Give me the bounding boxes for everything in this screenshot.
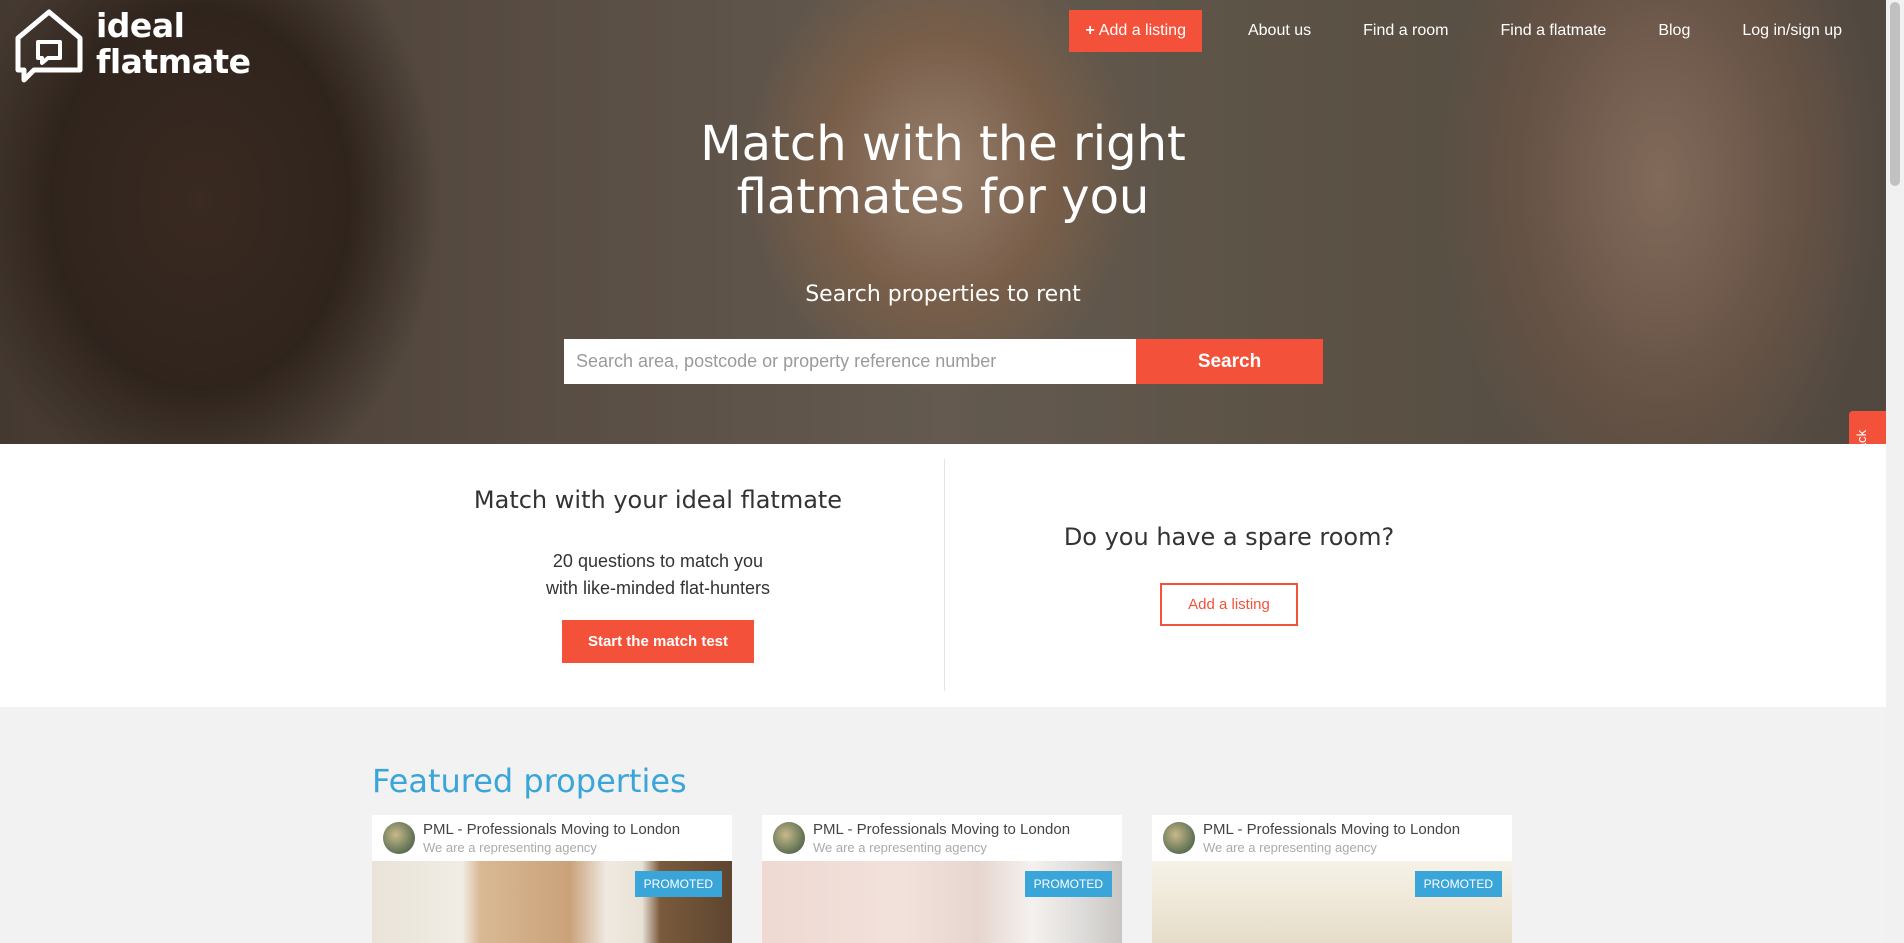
logo-line-1: ideal — [96, 6, 185, 45]
agent-avatar — [1163, 822, 1195, 854]
nav-find-a-room[interactable]: Find a room — [1363, 22, 1448, 40]
card-header: PML - Professionals Moving to London We … — [762, 815, 1122, 861]
plus-icon: + — [1085, 22, 1095, 39]
top-nav: + Add a listing About us Find a room Fin… — [1069, 10, 1842, 52]
spare-room-title: Do you have a spare room? — [1063, 523, 1395, 551]
logo-line-2: flatmate — [96, 42, 251, 81]
property-card[interactable]: PML - Professionals Moving to London We … — [1152, 815, 1512, 943]
hero-title-line-2: flatmates for you — [736, 169, 1150, 225]
card-header: PML - Professionals Moving to London We … — [372, 815, 732, 861]
promoted-badge: PROMOTED — [634, 871, 722, 897]
scrollbar-thumb[interactable] — [1890, 2, 1900, 186]
match-description-line-2: with like-minded flat-hunters — [545, 578, 771, 598]
match-title: Match with your ideal flatmate — [473, 486, 843, 514]
logo[interactable]: ideal flatmate — [14, 8, 251, 84]
nav-login-signup[interactable]: Log in/sign up — [1742, 22, 1842, 40]
match-description-line-1: 20 questions to match you — [552, 551, 764, 571]
agent-name: PML - Professionals Moving to London — [813, 821, 1071, 838]
agent-name: PML - Professionals Moving to London — [423, 821, 681, 838]
hero-title-line-1: Match with the right — [700, 116, 1186, 172]
hero-title: Match with the right flatmates for you — [0, 118, 1886, 224]
search-button[interactable]: Search — [1136, 339, 1323, 384]
match-description: 20 questions to match you with like-mind… — [358, 548, 958, 602]
nav-add-listing-label: Add a listing — [1098, 22, 1186, 39]
card-header: PML - Professionals Moving to London We … — [1152, 815, 1512, 861]
property-card[interactable]: PML - Professionals Moving to London We … — [762, 815, 1122, 943]
start-match-test-button[interactable]: Start the match test — [562, 620, 754, 663]
nav-about-us[interactable]: About us — [1248, 22, 1311, 40]
agent-tagline: We are a representing agency — [1203, 840, 1377, 855]
agent-avatar — [773, 822, 805, 854]
agent-avatar — [383, 822, 415, 854]
house-chat-logo-icon — [15, 9, 83, 83]
agent-tagline: We are a representing agency — [423, 840, 597, 855]
search-input[interactable] — [564, 339, 1136, 384]
match-section: Match with your ideal flatmate 20 questi… — [0, 444, 1886, 707]
property-card[interactable]: PML - Professionals Moving to London We … — [372, 815, 732, 943]
featured-properties-title: Featured properties — [372, 762, 687, 800]
nav-add-listing-button[interactable]: + Add a listing — [1069, 10, 1202, 52]
promoted-badge: PROMOTED — [1414, 871, 1502, 897]
hero-banner: ideal flatmate + Add a listing About us … — [0, 0, 1886, 444]
nav-find-a-flatmate[interactable]: Find a flatmate — [1501, 22, 1607, 40]
spare-add-listing-button[interactable]: Add a listing — [1160, 583, 1298, 626]
nav-blog[interactable]: Blog — [1658, 22, 1690, 40]
promoted-badge: PROMOTED — [1024, 871, 1112, 897]
section-divider — [944, 459, 945, 691]
hero-subtitle: Search properties to rent — [805, 282, 1081, 307]
agent-name: PML - Professionals Moving to London — [1203, 821, 1461, 838]
page-scrollbar[interactable] — [1886, 0, 1904, 943]
agent-tagline: We are a representing agency — [813, 840, 987, 855]
logo-wordmark: ideal flatmate — [96, 8, 251, 80]
